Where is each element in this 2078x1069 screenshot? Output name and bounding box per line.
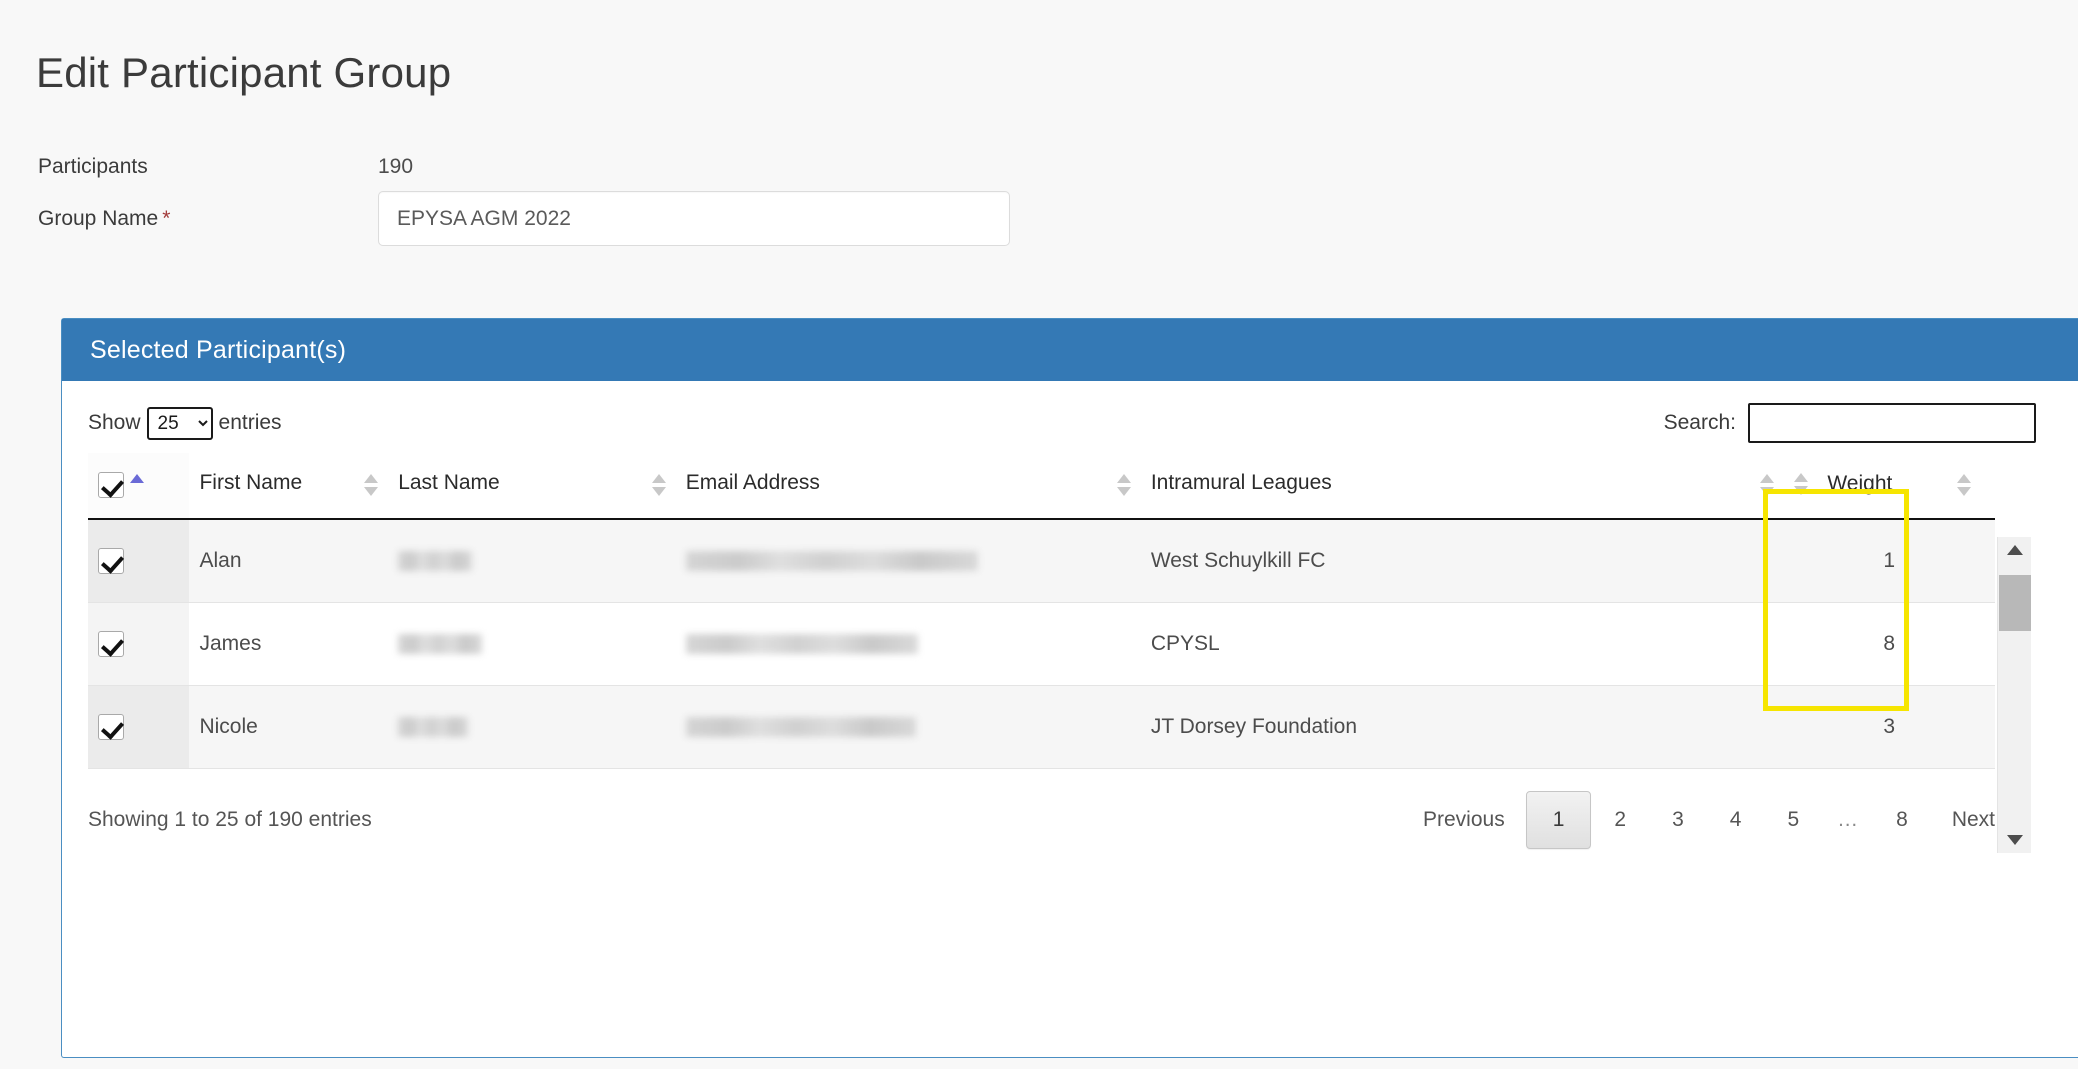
table-head: First Name Last Name Email Address Intra…: [88, 453, 1995, 520]
column-header-weight[interactable]: Weight: [1783, 453, 1995, 520]
group-name-row: Group Name *: [38, 191, 1038, 246]
cell-weight: 1: [1783, 519, 1995, 603]
table-row[interactable]: James CPYSL 8: [88, 602, 1995, 686]
cell-first-name: Alan: [189, 519, 389, 603]
column-header-intramural-leagues-label: Intramural Leagues: [1150, 471, 1332, 494]
row-select-cell[interactable]: [88, 519, 190, 603]
entries-label: entries: [218, 411, 282, 434]
redacted-last-name: [398, 634, 483, 655]
redacted-email-address: [685, 551, 978, 572]
scroll-down-arrow-icon[interactable]: [1998, 827, 2032, 853]
cell-email-address: [675, 685, 1141, 769]
selected-participants-card: Selected Participant(s) Show 25 entries …: [61, 318, 2078, 1058]
column-header-email-address-label: Email Address: [685, 471, 820, 494]
table-scroll-region: First Name Last Name Email Address Intra…: [88, 453, 2031, 853]
search-label: Search:: [1663, 411, 1736, 434]
cell-email-address: [675, 519, 1141, 603]
pagination-ellipsis: …: [1837, 808, 1859, 831]
pagination-page-5[interactable]: 5: [1764, 797, 1822, 843]
participants-table: First Name Last Name Email Address Intra…: [88, 453, 1995, 769]
redacted-last-name: [398, 717, 469, 738]
participants-row: Participants 190: [38, 155, 1038, 179]
column-header-weight-label: Weight: [1827, 471, 1893, 495]
sort-ascending-icon[interactable]: [129, 472, 146, 498]
scroll-up-arrow-icon[interactable]: [1998, 537, 2032, 563]
cell-last-name: [388, 685, 676, 769]
row-checkbox[interactable]: [98, 714, 124, 740]
show-label: Show: [88, 411, 141, 434]
required-marker: *: [162, 206, 171, 230]
pagination-previous[interactable]: Previous: [1402, 797, 1526, 843]
card-body: Show 25 entries Search: First Name Last …: [62, 381, 2078, 853]
group-name-label-text: Group Name: [38, 206, 159, 230]
pagination-page-1[interactable]: 1: [1525, 791, 1592, 849]
page-length-select[interactable]: 25: [146, 406, 213, 440]
page-title: Edit Participant Group: [36, 49, 452, 97]
pagination-page-4[interactable]: 4: [1707, 797, 1765, 843]
column-header-first-name[interactable]: First Name: [189, 453, 389, 520]
search-control: Search:: [1664, 403, 2052, 443]
sort-icon-first-name[interactable]: [364, 472, 379, 498]
group-meta-form: Participants 190 Group Name *: [38, 155, 1038, 246]
cell-first-name: Nicole: [189, 685, 389, 769]
card-header-title: Selected Participant(s): [90, 335, 347, 364]
card-header: Selected Participant(s): [62, 319, 2078, 381]
page-length-control: Show 25 entries: [88, 406, 282, 440]
row-checkbox[interactable]: [98, 631, 124, 657]
cell-weight: 8: [1783, 602, 1995, 686]
cell-weight: 3: [1783, 685, 1995, 769]
row-checkbox[interactable]: [98, 548, 124, 574]
participants-count: 190: [378, 155, 414, 178]
redacted-email-address: [685, 717, 916, 738]
select-all-checkbox[interactable]: [98, 471, 124, 498]
table-vertical-scrollbar[interactable]: [1997, 537, 2031, 853]
pagination-page-2[interactable]: 2: [1591, 797, 1649, 843]
column-header-first-name-label: First Name: [199, 471, 303, 494]
column-header-intramural-leagues[interactable]: Intramural Leagues: [1140, 453, 1784, 520]
table-row[interactable]: Nicole JT Dorsey Foundation 3: [88, 685, 1995, 769]
search-input[interactable]: [1748, 403, 2036, 443]
cell-last-name: [388, 519, 676, 603]
table-header-row: First Name Last Name Email Address Intra…: [88, 453, 1995, 520]
pagination-page-3[interactable]: 3: [1649, 797, 1707, 843]
pagination-page-8[interactable]: 8: [1873, 797, 1931, 843]
sort-icon-last-name[interactable]: [651, 472, 666, 498]
cell-intramural-leagues: West Schuylkill FC: [1140, 519, 1784, 603]
sort-icon-weight-left[interactable]: [1793, 471, 1808, 497]
column-header-last-name-label: Last Name: [398, 471, 500, 494]
cell-last-name: [388, 602, 676, 686]
table-row[interactable]: Alan West Schuylkill FC 1: [88, 519, 1995, 603]
redacted-email-address: [685, 634, 918, 655]
redacted-last-name: [398, 551, 473, 572]
row-select-cell[interactable]: [88, 602, 190, 686]
group-name-input[interactable]: [378, 191, 1010, 246]
cell-intramural-leagues: CPYSL: [1140, 602, 1784, 686]
table-controls: Show 25 entries Search:: [62, 381, 2078, 453]
table-footer: Showing 1 to 25 of 190 entries Previous …: [62, 769, 2078, 849]
edit-participant-group-page: Edit Participant Group Participants 190 …: [0, 0, 2078, 1069]
group-name-label: Group Name *: [38, 207, 378, 231]
column-header-email-address[interactable]: Email Address: [675, 453, 1141, 520]
scrollbar-thumb[interactable]: [1999, 575, 2031, 631]
sort-icon-intramural-leagues[interactable]: [1759, 472, 1774, 498]
cell-email-address: [675, 602, 1141, 686]
showing-entries-info: Showing 1 to 25 of 190 entries: [88, 808, 372, 831]
column-header-select-all[interactable]: [88, 453, 190, 520]
cell-first-name: James: [189, 602, 389, 686]
participants-label: Participants: [38, 155, 148, 178]
column-header-last-name[interactable]: Last Name: [388, 453, 676, 520]
sort-icon-weight-right[interactable]: [1957, 472, 1971, 498]
row-select-cell[interactable]: [88, 685, 190, 769]
sort-icon-email-address[interactable]: [1116, 472, 1131, 498]
pagination: Previous 1 2 3 4 5 … 8 Next: [1402, 791, 2052, 849]
cell-intramural-leagues: JT Dorsey Foundation: [1140, 685, 1784, 769]
table-body: Alan West Schuylkill FC 1 James CPYSL 8 …: [88, 519, 1995, 769]
